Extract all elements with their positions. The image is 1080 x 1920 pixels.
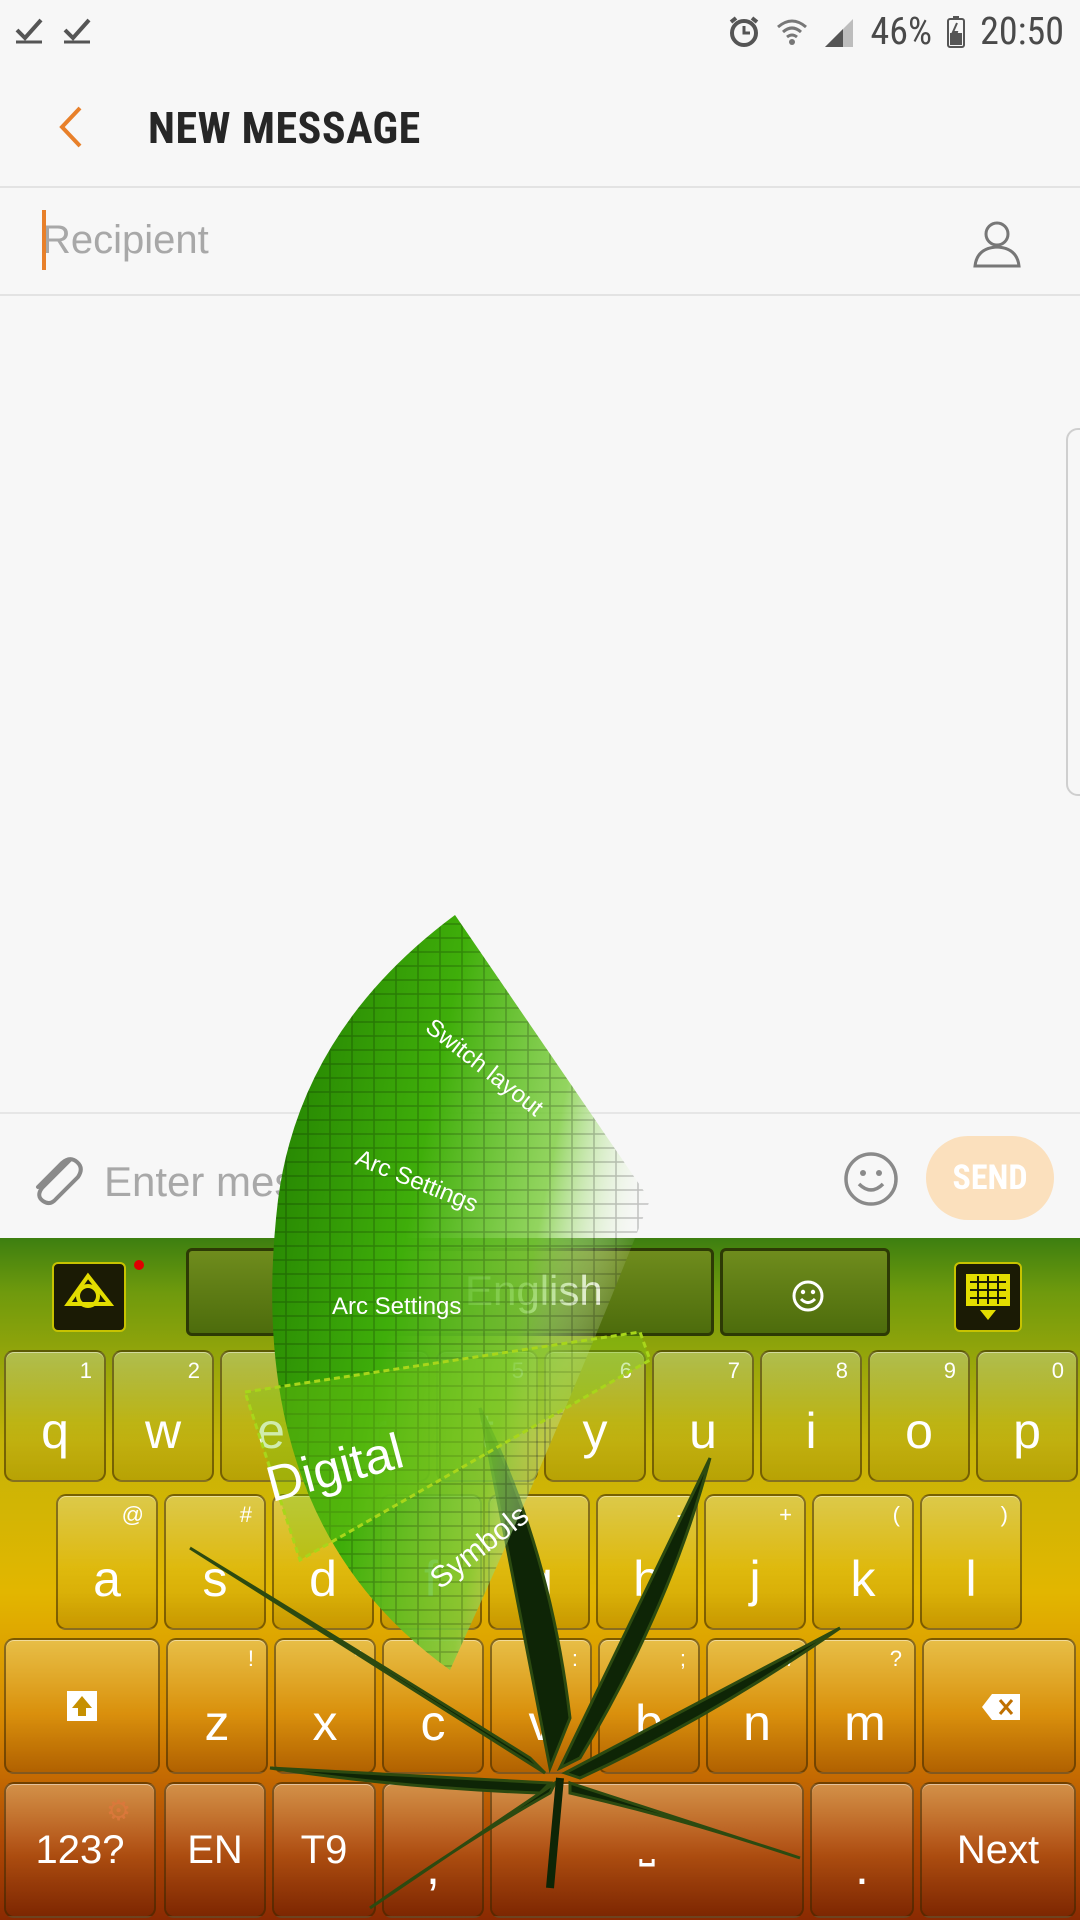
check-icon xyxy=(15,18,43,44)
send-button[interactable]: SEND xyxy=(926,1136,1054,1220)
status-bar: 46% 20:50 xyxy=(0,0,1080,66)
smiley-icon xyxy=(792,1280,824,1312)
numbers-key-label: 123? xyxy=(35,1828,125,1872)
key-label: a xyxy=(93,1551,121,1607)
clock: 20:50 xyxy=(980,10,1064,54)
message-input[interactable] xyxy=(104,1154,624,1210)
chevron-left-icon xyxy=(59,106,82,148)
next-key-label: Next xyxy=(956,1828,1040,1872)
hide-keyboard-icon xyxy=(966,1274,1010,1320)
next-key[interactable]: Next xyxy=(920,1782,1076,1918)
status-left-icons xyxy=(14,14,92,44)
key-hint: @ xyxy=(121,1502,144,1527)
page-title: NEW MESSAGE xyxy=(148,102,421,154)
paperclip-icon xyxy=(36,1157,83,1206)
key-label: q xyxy=(41,1403,69,1459)
signal-icon xyxy=(824,19,853,47)
text-caret xyxy=(42,210,46,270)
battery-percent: 46% xyxy=(870,10,933,54)
side-panel-handle[interactable] xyxy=(1066,428,1080,796)
arc-menu-button[interactable] xyxy=(52,1262,126,1332)
notification-dot xyxy=(134,1260,144,1270)
key-hint: ) xyxy=(1000,1502,1008,1527)
back-button[interactable] xyxy=(52,102,92,152)
key-hint: 9 xyxy=(943,1358,956,1383)
emoji-button[interactable] xyxy=(842,1150,900,1208)
backspace-icon xyxy=(982,1694,1020,1720)
keyboard-emoji-button[interactable] xyxy=(720,1248,890,1336)
backspace-key[interactable] xyxy=(922,1638,1076,1774)
recipient-input[interactable] xyxy=(42,210,922,270)
contact-person-icon xyxy=(973,221,1021,268)
key-hint: 8 xyxy=(835,1358,848,1383)
numbers-key[interactable]: 123? ⚙ xyxy=(4,1782,156,1918)
cannabis-leaf-decoration xyxy=(189,1407,841,1910)
key-hint: 2 xyxy=(187,1358,200,1383)
key-a[interactable]: a @ xyxy=(56,1494,158,1630)
key-p[interactable]: p0 xyxy=(976,1350,1078,1482)
key-label: l xyxy=(965,1551,977,1607)
battery-charging-icon xyxy=(947,16,966,48)
language-bar[interactable]: English xyxy=(186,1248,714,1336)
wifi-icon xyxy=(776,19,807,45)
smiley-icon xyxy=(844,1152,898,1206)
hide-keyboard-button[interactable] xyxy=(954,1262,1022,1332)
arc-menu-icon xyxy=(64,1272,115,1308)
shift-icon xyxy=(67,1691,97,1721)
shift-key[interactable] xyxy=(4,1638,160,1774)
gear-icon: ⚙ xyxy=(106,1794,132,1827)
check-icon xyxy=(63,18,91,44)
key-l[interactable]: l) xyxy=(920,1494,1022,1630)
recipient-bar xyxy=(0,188,1080,296)
message-composer: SEND xyxy=(0,1112,1080,1240)
key-hint: 5 xyxy=(511,1358,524,1383)
attach-button[interactable] xyxy=(26,1146,86,1210)
language-label: English xyxy=(465,1267,603,1314)
key-hint: 6 xyxy=(619,1358,632,1383)
app-header: NEW MESSAGE xyxy=(0,66,1080,188)
keyboard: English q1w2ert5y6u7i8o9p0 a@s#dfgh-j+k(… xyxy=(0,1238,1080,1920)
key-q[interactable]: q1 xyxy=(4,1350,106,1482)
key-label: p xyxy=(1013,1403,1041,1459)
key-hint: 7 xyxy=(727,1358,740,1383)
contact-picker-button[interactable] xyxy=(970,216,1024,270)
alarm-icon xyxy=(729,16,758,47)
arc-item-switch-layout[interactable]: Switch layout xyxy=(420,1013,548,1122)
key-hint: 1 xyxy=(79,1358,92,1383)
key-hint: 0 xyxy=(1051,1358,1064,1383)
